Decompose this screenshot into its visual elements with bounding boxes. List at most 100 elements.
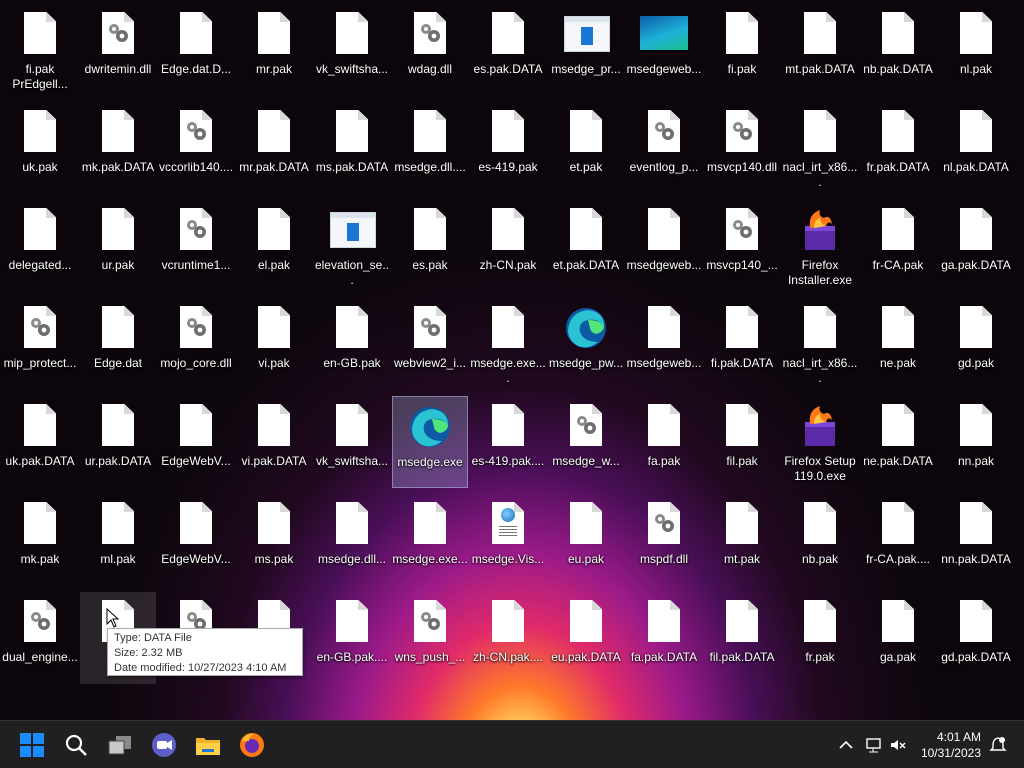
desktop-icon[interactable]: nb.pak.DATA: [860, 4, 936, 96]
desktop-icon[interactable]: ms.pak.DATA: [314, 102, 390, 194]
desktop-icon[interactable]: el.pak: [236, 200, 312, 292]
show-hidden-icons-button[interactable]: [836, 735, 856, 755]
desktop-icon[interactable]: msedge.dll....: [392, 102, 468, 194]
desktop-icon[interactable]: Firefox Setup 119.0.exe: [782, 396, 858, 488]
desktop-icon[interactable]: fr-CA.pak....: [860, 494, 936, 586]
desktop-icon[interactable]: mt.pak: [704, 494, 780, 586]
desktop-icon[interactable]: nacl_irt_x86....: [782, 102, 858, 194]
desktop-icon[interactable]: delegated...: [2, 200, 78, 292]
desktop-icon[interactable]: eu.pak: [548, 494, 624, 586]
desktop-icon[interactable]: msedge_pw...: [548, 298, 624, 390]
desktop-icon[interactable]: ne.pak: [860, 298, 936, 390]
desktop-icon[interactable]: EdgeWebV...: [158, 396, 234, 488]
desktop-icon[interactable]: msedgeweb...: [626, 200, 702, 292]
desktop-icon[interactable]: mk.pak: [2, 494, 78, 586]
desktop-icon[interactable]: elevation_se...: [314, 200, 390, 292]
meet-button[interactable]: [148, 729, 180, 761]
desktop-icon[interactable]: msedge_w...: [548, 396, 624, 488]
desktop-icon[interactable]: msvcp140_...: [704, 200, 780, 292]
desktop-icon[interactable]: gd.pak: [938, 298, 1014, 390]
desktop-icon[interactable]: mk.pak.DATA: [80, 102, 156, 194]
desktop-icon[interactable]: mspdf.dll: [626, 494, 702, 586]
desktop-icon[interactable]: mip_protect...: [2, 298, 78, 390]
desktop-icon[interactable]: Edge.dat.D...: [158, 4, 234, 96]
desktop-icon[interactable]: msedgeweb...: [626, 298, 702, 390]
desktop-icon[interactable]: nl.pak.DATA: [938, 102, 1014, 194]
desktop-icon[interactable]: msedge.exe...: [392, 494, 468, 586]
desktop-icon[interactable]: dual_engine...: [2, 592, 78, 684]
desktop-icon[interactable]: es.pak: [392, 200, 468, 292]
desktop-icon[interactable]: ga.pak.DATA: [938, 200, 1014, 292]
desktop-icon[interactable]: et.pak: [548, 102, 624, 194]
desktop-icon[interactable]: eu.pak.DATA: [548, 592, 624, 684]
volume-button[interactable]: [888, 735, 908, 755]
desktop-icon[interactable]: zh-CN.pak: [470, 200, 546, 292]
desktop-icon[interactable]: uk.pak: [2, 102, 78, 194]
desktop-icon[interactable]: msedge.exe: [392, 396, 468, 488]
desktop-icon[interactable]: vk_swiftsha...: [314, 396, 390, 488]
desktop-icon[interactable]: eventlog_p...: [626, 102, 702, 194]
desktop-icon[interactable]: nn.pak: [938, 396, 1014, 488]
desktop-icon[interactable]: en-GB.pak....: [314, 592, 390, 684]
desktop-icon[interactable]: mojo_core.dll: [158, 298, 234, 390]
desktop-icon[interactable]: ml.pak: [80, 494, 156, 586]
desktop-icon[interactable]: ne.pak.DATA: [860, 396, 936, 488]
desktop-icon[interactable]: fa.pak.DATA: [626, 592, 702, 684]
desktop-icon[interactable]: msedge_pr...: [548, 4, 624, 96]
desktop-icon[interactable]: mr.pak: [236, 4, 312, 96]
desktop-icon[interactable]: fi.pak.DATA: [704, 298, 780, 390]
task-view-button[interactable]: [104, 729, 136, 761]
desktop-icon[interactable]: zh-CN.pak....: [470, 592, 546, 684]
desktop-icon[interactable]: webview2_i...: [392, 298, 468, 390]
desktop-icon[interactable]: vk_swiftsha...: [314, 4, 390, 96]
desktop-icon[interactable]: ur.pak: [80, 200, 156, 292]
file-explorer-button[interactable]: [192, 729, 224, 761]
desktop-icon[interactable]: vi.pak: [236, 298, 312, 390]
desktop-icon[interactable]: ga.pak: [860, 592, 936, 684]
desktop-icon[interactable]: nacl_irt_x86....: [782, 298, 858, 390]
clock[interactable]: 4:01 AM 10/31/2023: [915, 729, 981, 761]
desktop-icon[interactable]: nn.pak.DATA: [938, 494, 1014, 586]
desktop-icon[interactable]: fr.pak: [782, 592, 858, 684]
notifications-button[interactable]: [988, 735, 1008, 755]
network-button[interactable]: [864, 735, 884, 755]
start-button[interactable]: [16, 729, 48, 761]
desktop-icon[interactable]: ms.pak: [236, 494, 312, 586]
desktop-icon[interactable]: vcruntime1...: [158, 200, 234, 292]
desktop-icon[interactable]: es-419.pak: [470, 102, 546, 194]
gear-icon: [577, 416, 596, 434]
desktop-icon[interactable]: wns_push_...: [392, 592, 468, 684]
desktop-icon[interactable]: es.pak.DATA: [470, 4, 546, 96]
firefox-button[interactable]: [236, 729, 268, 761]
desktop-icon[interactable]: fr.pak.DATA: [860, 102, 936, 194]
desktop-icon[interactable]: en-GB.pak: [314, 298, 390, 390]
desktop-icon[interactable]: es-419.pak....: [470, 396, 546, 488]
search-button[interactable]: [60, 729, 92, 761]
desktop-icon[interactable]: msedge.Vis...: [470, 494, 546, 586]
desktop-icon[interactable]: fi.pak PrEdgell...: [2, 4, 78, 96]
desktop-icon[interactable]: Firefox Installer.exe: [782, 200, 858, 292]
desktop-icon[interactable]: msedgeweb...: [626, 4, 702, 96]
desktop-icon[interactable]: ur.pak.DATA: [80, 396, 156, 488]
desktop-icon[interactable]: uk.pak.DATA: [2, 396, 78, 488]
desktop-icon[interactable]: mr.pak.DATA: [236, 102, 312, 194]
desktop-icon[interactable]: fil.pak.DATA: [704, 592, 780, 684]
desktop-icon[interactable]: EdgeWebV...: [158, 494, 234, 586]
desktop-icon[interactable]: nl.pak: [938, 4, 1014, 96]
desktop-icon[interactable]: vi.pak.DATA: [236, 396, 312, 488]
desktop-icon[interactable]: wdag.dll: [392, 4, 468, 96]
desktop-icon[interactable]: Edge.dat: [80, 298, 156, 390]
desktop-icon[interactable]: fa.pak: [626, 396, 702, 488]
desktop-icon[interactable]: msedge.exe....: [470, 298, 546, 390]
desktop-icon[interactable]: dwritemin.dll: [80, 4, 156, 96]
desktop-icon[interactable]: et.pak.DATA: [548, 200, 624, 292]
desktop-icon[interactable]: mt.pak.DATA: [782, 4, 858, 96]
desktop-icon[interactable]: fil.pak: [704, 396, 780, 488]
desktop-icon[interactable]: vccorlib140....: [158, 102, 234, 194]
desktop-icon[interactable]: fr-CA.pak: [860, 200, 936, 292]
desktop-icon[interactable]: gd.pak.DATA: [938, 592, 1014, 684]
desktop-icon[interactable]: nb.pak: [782, 494, 858, 586]
desktop-icon[interactable]: msvcp140.dll: [704, 102, 780, 194]
desktop-icon[interactable]: fi.pak: [704, 4, 780, 96]
desktop-icon[interactable]: msedge.dll...: [314, 494, 390, 586]
